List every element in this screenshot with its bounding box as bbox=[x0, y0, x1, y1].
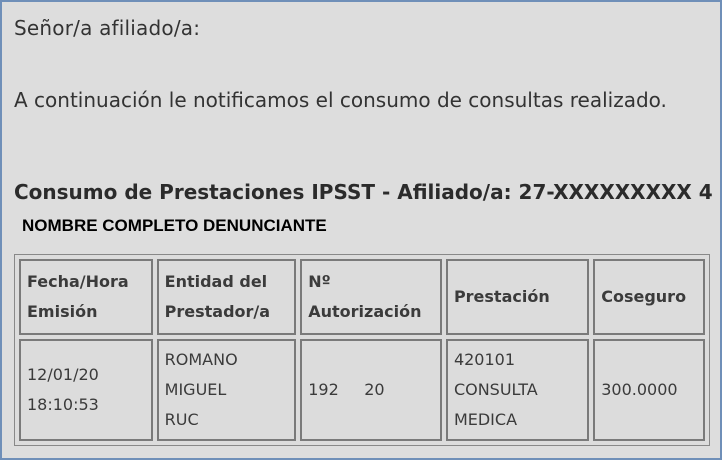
cell-prestacion-line3: MEDICA bbox=[453, 410, 518, 429]
cell-fecha: 12/01/20 18:10:53 bbox=[19, 339, 153, 441]
header-fecha-line2: Emisión bbox=[27, 302, 98, 321]
header-entidad-line2: Prestador/a bbox=[164, 302, 271, 321]
cell-fecha-date: 12/01/20 bbox=[27, 365, 99, 384]
header-fecha: Fecha/Hora Emisión bbox=[19, 259, 153, 335]
cell-entidad: ROMANO MIGUEL RUC bbox=[156, 339, 297, 441]
greeting-text: Señor/a afiliado/a: bbox=[14, 16, 201, 40]
email-body: Señor/a afiliado/a: A continuación le no… bbox=[0, 0, 722, 460]
header-prestacion: Prestación bbox=[445, 259, 590, 335]
cell-coseguro: 300.0000 bbox=[593, 339, 705, 441]
header-entidad: Entidad del Prestador/a bbox=[156, 259, 297, 335]
denunciante-name: NOMBRE COMPLETO DENUNCIANTE bbox=[22, 216, 327, 235]
header-autorizacion: Nº Autorización bbox=[300, 259, 442, 335]
cell-entidad-line1: ROMANO bbox=[164, 350, 238, 369]
table-row: 12/01/20 18:10:53 ROMANO MIGUEL RUC 192 … bbox=[19, 339, 705, 441]
cell-autorizacion: 192 20 bbox=[300, 339, 442, 441]
header-autorizacion-line1: Nº bbox=[308, 272, 331, 291]
cell-prestacion-code: 420101 bbox=[453, 350, 516, 369]
cell-prestacion: 420101 CONSULTA MEDICA bbox=[445, 339, 590, 441]
consumption-table: Fecha/Hora Emisión Entidad del Prestador… bbox=[14, 254, 710, 446]
intro-paragraph: A continuación le notificamos el consumo… bbox=[14, 88, 667, 112]
cell-fecha-time: 18:10:53 bbox=[27, 395, 99, 414]
header-autorizacion-line2: Autorización bbox=[308, 302, 422, 321]
cell-entidad-line3: RUC bbox=[164, 410, 199, 429]
header-entidad-line1: Entidad del bbox=[164, 272, 268, 291]
section-title: Consumo de Prestaciones IPSST - Afiliado… bbox=[14, 180, 713, 204]
header-coseguro: Coseguro bbox=[593, 259, 705, 335]
cell-prestacion-line2: CONSULTA bbox=[453, 380, 538, 399]
cell-entidad-line2: MIGUEL bbox=[164, 380, 227, 399]
header-fecha-line1: Fecha/Hora bbox=[27, 272, 129, 291]
table-header-row: Fecha/Hora Emisión Entidad del Prestador… bbox=[19, 259, 705, 335]
